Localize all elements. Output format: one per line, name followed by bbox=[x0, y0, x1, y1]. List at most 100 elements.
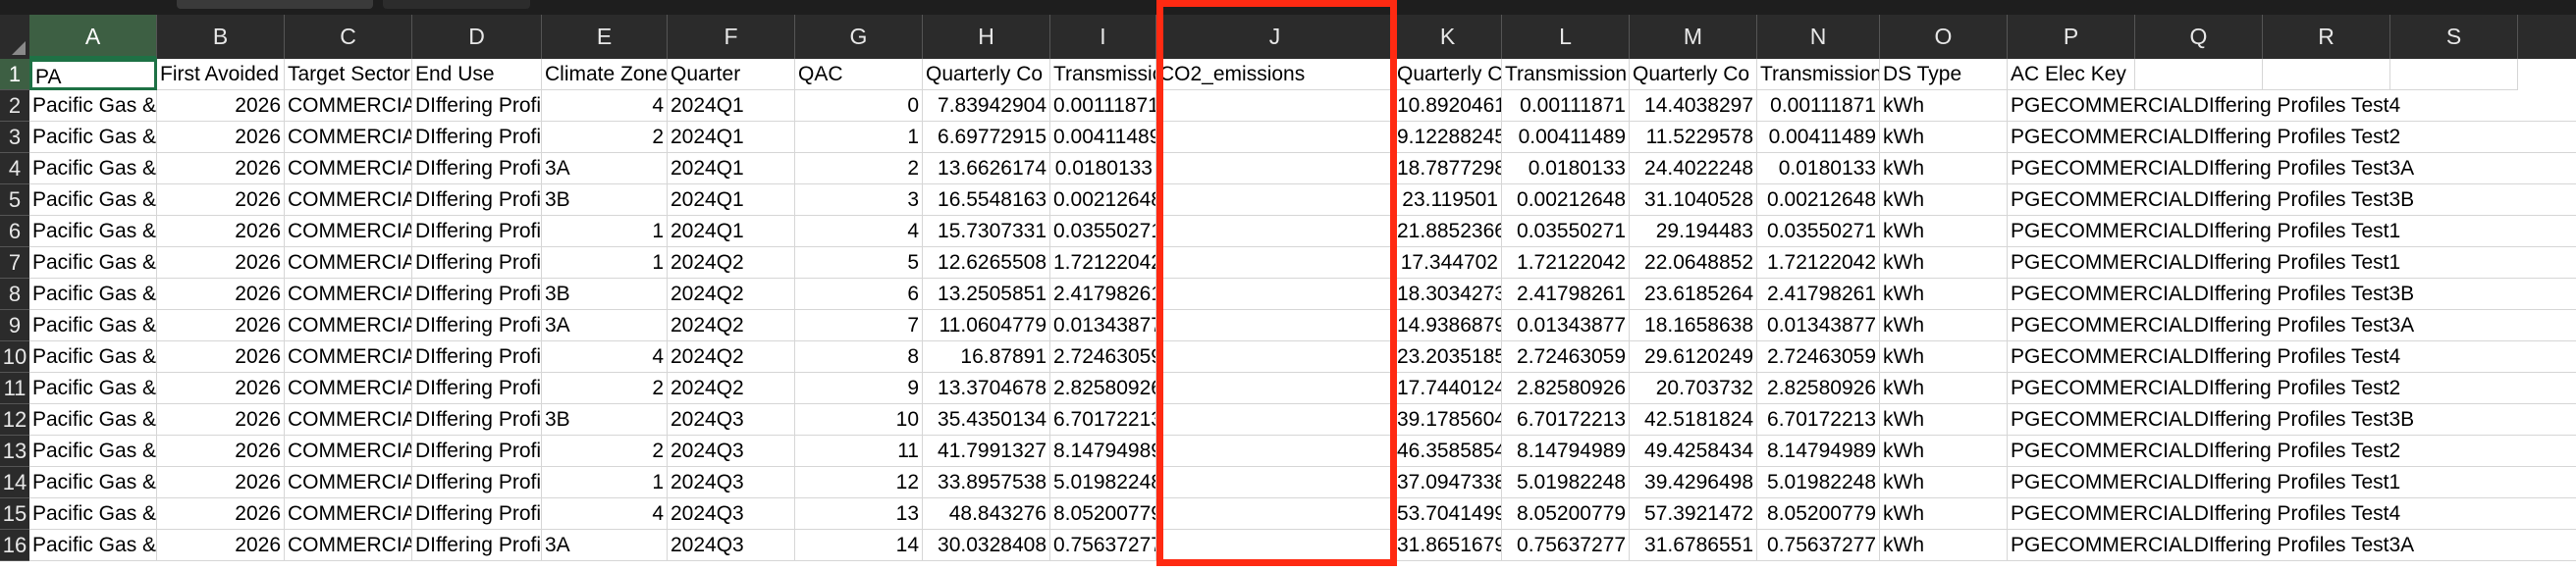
table-cell[interactable]: PGECOMMERCIALDIffering Profiles Test3A bbox=[2008, 153, 2576, 184]
table-cell[interactable]: 2 bbox=[542, 436, 668, 467]
table-cell[interactable]: 16.5548163 bbox=[923, 184, 1050, 216]
table-cell[interactable]: 23.119501 bbox=[1394, 184, 1502, 216]
row-header[interactable]: 3 bbox=[0, 122, 29, 153]
column-header-n[interactable]: N bbox=[1757, 15, 1880, 59]
column-header-b[interactable]: B bbox=[157, 15, 285, 59]
table-cell[interactable]: 8.05200779 bbox=[1050, 498, 1156, 530]
table-cell[interactable]: Pacific Gas & bbox=[29, 122, 157, 153]
table-cell[interactable]: 0.75637277 bbox=[1757, 530, 1880, 561]
table-cell[interactable]: kWh bbox=[1880, 404, 2008, 436]
header-cell[interactable] bbox=[2135, 59, 2263, 90]
table-cell[interactable]: 2024Q3 bbox=[668, 498, 795, 530]
header-cell[interactable]: Transmission bbox=[1757, 59, 1880, 90]
table-cell[interactable]: 11.5229578 bbox=[1630, 122, 1757, 153]
table-cell[interactable]: 31.8651679 bbox=[1394, 530, 1502, 561]
table-cell[interactable]: 2024Q2 bbox=[668, 279, 795, 310]
table-cell[interactable]: 1 bbox=[542, 467, 668, 498]
table-cell[interactable]: kWh bbox=[1880, 436, 2008, 467]
table-cell[interactable]: 3A bbox=[542, 310, 668, 341]
table-cell[interactable]: kWh bbox=[1880, 310, 2008, 341]
table-cell[interactable]: DIffering Profiles bbox=[412, 90, 542, 122]
table-cell[interactable]: PGECOMMERCIALDIffering Profiles Test2 bbox=[2008, 373, 2576, 404]
table-cell[interactable]: COMMERCIAL bbox=[285, 436, 412, 467]
table-cell[interactable]: 2026 bbox=[157, 279, 285, 310]
table-cell[interactable]: 0.00411489 bbox=[1757, 122, 1880, 153]
table-cell[interactable]: 1 bbox=[795, 122, 923, 153]
column-header-m[interactable]: M bbox=[1630, 15, 1757, 59]
table-cell[interactable] bbox=[1156, 122, 1394, 153]
table-cell[interactable]: 3B bbox=[542, 184, 668, 216]
header-cell[interactable]: Quarterly Co bbox=[923, 59, 1050, 90]
table-cell[interactable]: kWh bbox=[1880, 90, 2008, 122]
table-cell[interactable]: 2024Q2 bbox=[668, 247, 795, 279]
table-cell[interactable]: 2024Q1 bbox=[668, 153, 795, 184]
row-header[interactable]: 15 bbox=[0, 498, 29, 530]
table-cell[interactable]: 2026 bbox=[157, 310, 285, 341]
table-cell[interactable]: 18.3034273 bbox=[1394, 279, 1502, 310]
table-cell[interactable]: 2.72463059 bbox=[1502, 341, 1630, 373]
table-cell[interactable]: 6 bbox=[795, 279, 923, 310]
column-header-d[interactable]: D bbox=[412, 15, 542, 59]
table-cell[interactable]: 2024Q3 bbox=[668, 436, 795, 467]
table-cell[interactable]: 2026 bbox=[157, 341, 285, 373]
table-cell[interactable]: 5.01982248 bbox=[1502, 467, 1630, 498]
table-cell[interactable]: 2.72463059 bbox=[1757, 341, 1880, 373]
header-cell[interactable]: Quarterly Co bbox=[1394, 59, 1502, 90]
table-cell[interactable]: COMMERCIAL bbox=[285, 216, 412, 247]
row-header[interactable]: 13 bbox=[0, 436, 29, 467]
table-cell[interactable]: DIffering Profiles bbox=[412, 247, 542, 279]
table-cell[interactable]: DIffering Profiles bbox=[412, 498, 542, 530]
table-cell[interactable]: 0 bbox=[795, 90, 923, 122]
table-cell[interactable]: 3A bbox=[542, 530, 668, 561]
table-cell[interactable]: 1.72122042 bbox=[1050, 247, 1156, 279]
table-cell[interactable]: 2026 bbox=[157, 122, 285, 153]
table-cell[interactable]: 2 bbox=[795, 153, 923, 184]
table-cell[interactable] bbox=[1156, 404, 1394, 436]
table-cell[interactable]: DIffering Profiles bbox=[412, 216, 542, 247]
table-cell[interactable]: 29.6120249 bbox=[1630, 341, 1757, 373]
table-cell[interactable]: 11 bbox=[795, 436, 923, 467]
table-cell[interactable]: 9.12288245 bbox=[1394, 122, 1502, 153]
table-cell[interactable] bbox=[1156, 341, 1394, 373]
table-cell[interactable]: COMMERCIAL bbox=[285, 153, 412, 184]
table-cell[interactable]: DIffering Profiles bbox=[412, 122, 542, 153]
table-cell[interactable]: kWh bbox=[1880, 467, 2008, 498]
table-cell[interactable]: 0.00411489 bbox=[1050, 122, 1156, 153]
table-cell[interactable]: 10.8920461 bbox=[1394, 90, 1502, 122]
table-cell[interactable]: 12.6265508 bbox=[923, 247, 1050, 279]
table-cell[interactable]: 0.00411489 bbox=[1502, 122, 1630, 153]
table-cell[interactable] bbox=[1156, 90, 1394, 122]
table-cell[interactable]: 1 bbox=[542, 247, 668, 279]
table-cell[interactable]: 2.82580926 bbox=[1050, 373, 1156, 404]
table-cell[interactable]: 42.5181824 bbox=[1630, 404, 1757, 436]
row-header[interactable]: 10 bbox=[0, 341, 29, 373]
table-cell[interactable]: DIffering Profiles bbox=[412, 153, 542, 184]
table-cell[interactable]: 29.194483 bbox=[1630, 216, 1757, 247]
table-cell[interactable]: 9 bbox=[795, 373, 923, 404]
table-cell[interactable]: Pacific Gas & bbox=[29, 310, 157, 341]
table-cell[interactable] bbox=[1156, 153, 1394, 184]
table-cell[interactable]: kWh bbox=[1880, 153, 2008, 184]
table-cell[interactable]: 13.6626174 bbox=[923, 153, 1050, 184]
table-cell[interactable]: PGECOMMERCIALDIffering Profiles Test3A bbox=[2008, 530, 2576, 561]
table-cell[interactable]: 20.703732 bbox=[1630, 373, 1757, 404]
header-cell[interactable] bbox=[2390, 59, 2518, 90]
table-cell[interactable]: PGECOMMERCIALDIffering Profiles Test4 bbox=[2008, 498, 2576, 530]
table-cell[interactable]: 2024Q1 bbox=[668, 122, 795, 153]
table-cell[interactable]: 3B bbox=[542, 279, 668, 310]
table-cell[interactable]: 24.4022248 bbox=[1630, 153, 1757, 184]
table-cell[interactable]: 0.03550271 bbox=[1757, 216, 1880, 247]
column-header-a[interactable]: A bbox=[29, 15, 157, 59]
table-cell[interactable]: 4 bbox=[795, 216, 923, 247]
table-cell[interactable]: 2.82580926 bbox=[1757, 373, 1880, 404]
row-header[interactable]: 9 bbox=[0, 310, 29, 341]
column-header-o[interactable]: O bbox=[1880, 15, 2008, 59]
row-header[interactable]: 2 bbox=[0, 90, 29, 122]
table-cell[interactable]: DIffering Profiles bbox=[412, 341, 542, 373]
table-cell[interactable]: COMMERCIAL bbox=[285, 530, 412, 561]
table-cell[interactable] bbox=[1156, 310, 1394, 341]
table-cell[interactable]: 2026 bbox=[157, 467, 285, 498]
table-cell[interactable] bbox=[1156, 279, 1394, 310]
table-cell[interactable]: 23.6185264 bbox=[1630, 279, 1757, 310]
table-cell[interactable]: 39.4296498 bbox=[1630, 467, 1757, 498]
